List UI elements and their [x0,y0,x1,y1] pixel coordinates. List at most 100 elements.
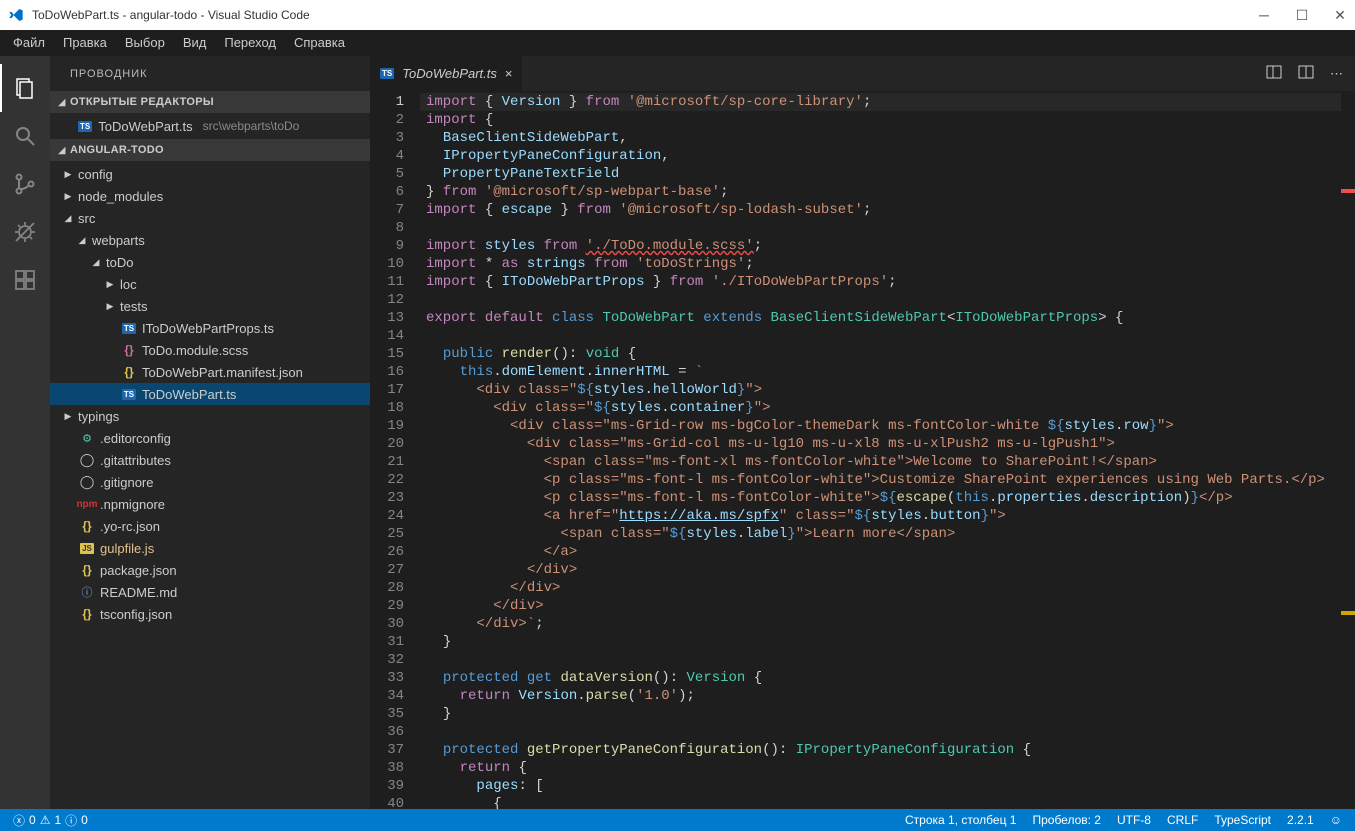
tree-item-label: .editorconfig [100,431,171,446]
file-item[interactable]: TS ToDoWebPart.ts [50,383,370,405]
activity-source-control[interactable] [0,160,50,208]
open-editor-item[interactable]: TSToDoWebPart.tssrc\webparts\toDo [50,115,370,137]
file-item[interactable]: {}tsconfig.json [50,603,370,625]
more-actions-icon[interactable]: ⋯ [1330,66,1343,82]
file-item[interactable]: ⚙ .editorconfig [50,427,370,449]
typescript-icon: TS [122,389,136,400]
activity-bar [0,56,50,809]
chevron-right-icon: ▶ [104,301,116,312]
status-cursor[interactable]: Строка 1, столбец 1 [900,813,1021,827]
status-version[interactable]: 2.2.1 [1282,813,1319,827]
activity-extensions[interactable] [0,256,50,304]
folder-item[interactable]: ▶config [50,163,370,185]
chevron-down-icon: ◢ [76,235,88,246]
json-icon: {} [124,365,133,379]
menu-item[interactable]: Правка [54,32,116,53]
editor-layout-icon[interactable] [1298,64,1314,83]
folder-item[interactable]: ◢ webparts [50,229,370,251]
activity-debug[interactable] [0,208,50,256]
status-encoding[interactable]: UTF-8 [1112,813,1156,827]
tab-label: ToDoWebPart.ts [402,66,497,81]
workspace-header[interactable]: ◢ ANGULAR-TODO [50,139,370,161]
menu-item[interactable]: Переход [215,32,285,53]
activity-explorer[interactable] [0,64,50,112]
tree-item-label: .yo-rc.json [100,519,160,534]
tab-close-icon[interactable]: × [505,66,513,81]
tree-item-label: ToDo.module.scss [142,343,248,358]
tree-item-label: toDo [106,255,133,270]
tree-item-label: .gitignore [100,475,153,490]
sidebar-explorer: ПРОВОДНИК ◢ ОТКРЫТЫЕ РЕДАКТОРЫ TSToDoWeb… [50,56,370,809]
status-bar: ⓧ0 ⚠1 ⓘ0 Строка 1, столбец 1 Пробелов: 2… [0,809,1355,831]
tree-item-label: .gitattributes [100,453,171,468]
close-button[interactable]: ✕ [1333,8,1347,22]
menu-item[interactable]: Вид [174,32,216,53]
folder-item[interactable]: ▶tests [50,295,370,317]
file-item[interactable]: ◯ .gitignore [50,471,370,493]
status-problems[interactable]: ⓧ0 ⚠1 ⓘ0 [8,809,93,831]
error-icon: ⓧ [13,812,25,829]
warning-icon: ⚠ [40,813,51,827]
folder-item[interactable]: ◢src [50,207,370,229]
file-item[interactable]: TSIToDoWebPartProps.ts [50,317,370,339]
file-item[interactable]: npm.npmignore [50,493,370,515]
chevron-down-icon: ◢ [90,257,102,268]
status-language[interactable]: TypeScript [1209,813,1276,827]
tree-item-label: package.json [100,563,177,578]
status-eol[interactable]: CRLF [1162,813,1203,827]
tree-item-label: node_modules [78,189,163,204]
typescript-icon: TS [380,68,394,79]
tree-item-label: typings [78,409,119,424]
menu-item[interactable]: Выбор [116,32,174,53]
tree-item-label: .npmignore [100,497,165,512]
minimize-button[interactable]: ─ [1257,8,1271,22]
tree-item-label: webparts [92,233,145,248]
file-item[interactable]: {} package.json [50,559,370,581]
split-editor-icon[interactable] [1266,64,1282,83]
tree-item-label: tsconfig.json [100,607,172,622]
json-icon: {} [82,563,91,577]
file-item[interactable]: ◯ .gitattributes [50,449,370,471]
tree-item-label: loc [120,277,137,292]
chevron-right-icon: ▶ [62,411,74,422]
npm-icon: npm [76,499,97,510]
menu-bar: ФайлПравкаВыборВидПереходСправка [0,30,1355,56]
github-icon: ◯ [80,452,95,468]
overview-ruler[interactable] [1341,91,1355,809]
file-item[interactable]: {} ToDoWebPart.manifest.json [50,361,370,383]
tree-item-label: README.md [100,585,177,600]
open-editors-header[interactable]: ◢ ОТКРЫТЫЕ РЕДАКТОРЫ [50,91,370,113]
file-item[interactable]: {}.yo-rc.json [50,515,370,537]
chevron-right-icon: ▶ [62,191,74,202]
editor-tab[interactable]: TS ToDoWebPart.ts × [370,56,523,91]
folder-item[interactable]: ▶loc [50,273,370,295]
github-icon: ◯ [80,474,95,490]
tree-item-label: ToDoWebPart.ts [142,387,236,402]
chevron-down-icon: ◢ [54,145,70,156]
tree-item-label: ToDoWebPart.manifest.json [142,365,303,380]
file-item[interactable]: {} ToDo.module.scss [50,339,370,361]
code-editor[interactable]: 1234567891011121314151617181920212223242… [370,91,1355,809]
menu-item[interactable]: Справка [285,32,354,53]
maximize-button[interactable]: ☐ [1295,8,1309,22]
info-icon: ⓘ [82,584,93,600]
activity-search[interactable] [0,112,50,160]
editor-area: TS ToDoWebPart.ts × ⋯ 123456789101112131… [370,56,1355,809]
folder-item[interactable]: ▶ typings [50,405,370,427]
gear-icon: ⚙ [82,432,92,445]
folder-item[interactable]: ◢ toDo [50,251,370,273]
status-feedback-icon[interactable]: ☺ [1325,813,1347,827]
sass-icon: {} [124,343,133,357]
status-indentation[interactable]: Пробелов: 2 [1027,813,1106,827]
file-item[interactable]: ⓘ README.md [50,581,370,603]
folder-item[interactable]: ▶ node_modules [50,185,370,207]
chevron-right-icon: ▶ [62,169,74,180]
sidebar-title: ПРОВОДНИК [50,56,370,91]
window-title: ToDoWebPart.ts - angular-todo - Visual S… [32,8,1257,22]
chevron-down-icon: ◢ [54,97,70,108]
menu-item[interactable]: Файл [4,32,54,53]
window-title-bar: ToDoWebPart.ts - angular-todo - Visual S… [0,0,1355,30]
tree-item-label: src [78,211,95,226]
info-icon: ⓘ [65,812,77,829]
file-item[interactable]: JSgulpfile.js [50,537,370,559]
